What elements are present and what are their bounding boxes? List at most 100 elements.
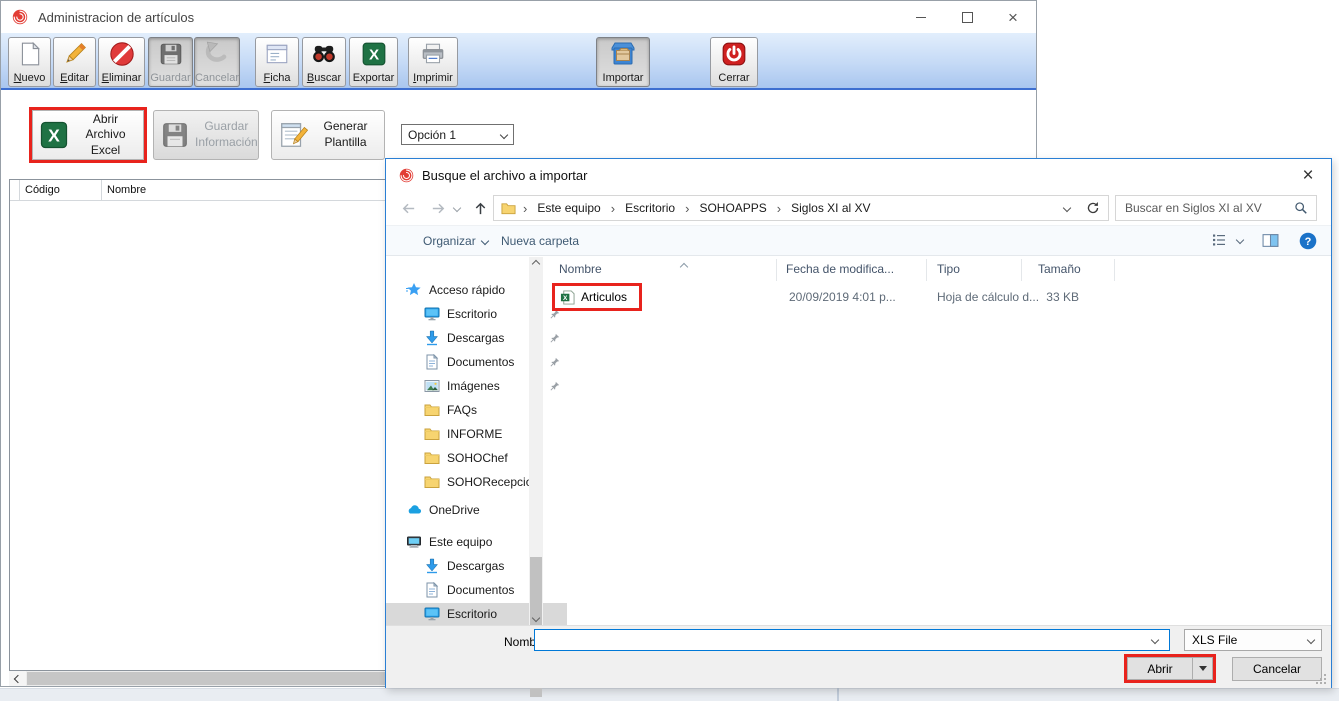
file-type-dropdown[interactable]: XLS File bbox=[1184, 629, 1322, 651]
abrir-archivo-excel-button[interactable]: X Abrir Archivo Excel bbox=[32, 110, 144, 160]
app-logo-icon bbox=[399, 168, 415, 184]
search-icon[interactable] bbox=[1294, 201, 1308, 215]
column-divider[interactable] bbox=[776, 259, 777, 281]
search-box[interactable]: Buscar en Siglos XI al XV bbox=[1115, 195, 1317, 221]
back-arrow-icon[interactable] bbox=[400, 200, 417, 217]
exportar-label: Exportar bbox=[353, 72, 395, 84]
sidebar-item-label: Descargas bbox=[447, 331, 504, 345]
form-icon bbox=[264, 41, 290, 67]
nueva-carpeta-button[interactable]: Nueva carpeta bbox=[501, 226, 579, 255]
view-options-icon[interactable] bbox=[1211, 232, 1227, 248]
preview-pane-icon[interactable] bbox=[1262, 232, 1279, 249]
file-modified-date: 20/09/2019 4:01 p... bbox=[789, 290, 896, 304]
binoculars-icon bbox=[311, 41, 337, 67]
minimize-button[interactable] bbox=[898, 1, 944, 33]
help-icon[interactable]: ? bbox=[1299, 232, 1317, 250]
column-divider[interactable] bbox=[1114, 259, 1115, 281]
column-header-nombre[interactable]: Nombre bbox=[559, 262, 602, 276]
scroll-left-button[interactable] bbox=[9, 671, 26, 686]
forward-arrow-icon[interactable] bbox=[430, 200, 447, 217]
sidebar-item-label: Documentos bbox=[447, 355, 514, 369]
cerrar-label: Cerrar bbox=[718, 72, 749, 84]
abrir-archivo-excel-label: Abrir Archivo Excel bbox=[74, 112, 137, 159]
scroll-up-button[interactable] bbox=[529, 257, 543, 271]
buscar-label: Buscar bbox=[307, 72, 341, 84]
nuevo-button[interactable]: Nuevo bbox=[8, 37, 51, 87]
guardar-informacion-button[interactable]: Guardar Información bbox=[153, 110, 259, 160]
chevron-left-icon bbox=[13, 674, 21, 682]
close-button[interactable]: × bbox=[990, 1, 1036, 33]
abrir-button[interactable]: Abrir bbox=[1127, 657, 1213, 680]
excel-file-icon: X bbox=[560, 290, 575, 305]
pin-icon bbox=[550, 333, 560, 343]
column-divider[interactable] bbox=[926, 259, 927, 281]
address-bar[interactable]: › Este equipo › Escritorio › SOHOAPPS › … bbox=[493, 195, 1109, 221]
editar-button[interactable]: Editar bbox=[53, 37, 96, 87]
background-strip bbox=[0, 688, 1339, 701]
quick-access-star-icon bbox=[406, 282, 422, 298]
sort-ascending-icon bbox=[681, 259, 687, 273]
sidebar-item-label: Descargas bbox=[447, 559, 504, 573]
breadcrumb-sohoapps[interactable]: SOHOAPPS bbox=[696, 201, 769, 215]
guardar-button[interactable]: Guardar bbox=[148, 37, 193, 87]
cerrar-button[interactable]: Cerrar bbox=[710, 37, 758, 87]
column-header-fecha[interactable]: Fecha de modifica... bbox=[786, 262, 894, 276]
chevron-down-icon bbox=[1307, 636, 1315, 644]
cancelar-button[interactable]: Cancelar bbox=[194, 37, 240, 87]
opcion-dropdown-value: Opción 1 bbox=[408, 128, 456, 142]
annotation-articulos-file: X Articulos bbox=[552, 283, 642, 311]
file-name: Articulos bbox=[581, 290, 627, 304]
exportar-button[interactable]: X Exportar bbox=[349, 37, 398, 87]
no-entry-icon bbox=[109, 41, 135, 67]
column-header-tamano[interactable]: Tamaño bbox=[1038, 262, 1081, 276]
history-chevron-icon[interactable] bbox=[454, 205, 460, 211]
resize-grip[interactable] bbox=[1315, 673, 1327, 685]
pin-icon bbox=[550, 381, 560, 391]
floppy-disk-icon bbox=[158, 41, 184, 67]
abrir-dropdown-button[interactable] bbox=[1192, 658, 1212, 679]
close-icon: × bbox=[1302, 165, 1313, 187]
refresh-icon[interactable] bbox=[1086, 201, 1100, 215]
sidebar-item-label: SOHORecepcion bbox=[447, 475, 539, 489]
sidebar-item-onedrive[interactable]: OneDrive bbox=[386, 499, 549, 521]
organizar-menu[interactable]: Organizar bbox=[423, 226, 488, 255]
column-header-tipo[interactable]: Tipo bbox=[937, 262, 960, 276]
excel-icon: X bbox=[361, 41, 387, 67]
column-divider[interactable] bbox=[1021, 259, 1022, 281]
scroll-down-button[interactable] bbox=[529, 611, 543, 625]
filename-input[interactable] bbox=[534, 629, 1170, 651]
breadcrumb-separator: › bbox=[770, 201, 788, 216]
dialog-close-button[interactable]: × bbox=[1293, 164, 1323, 188]
eliminar-button[interactable]: Eliminar bbox=[98, 37, 145, 87]
abrir-label: Abrir bbox=[1128, 658, 1192, 679]
breadcrumb-este-equipo[interactable]: Este equipo bbox=[534, 201, 603, 215]
view-options-chevron-icon[interactable] bbox=[1237, 237, 1243, 243]
buscar-button[interactable]: Buscar bbox=[302, 37, 346, 87]
downloads-icon bbox=[424, 558, 440, 574]
breadcrumb-siglos[interactable]: Siglos XI al XV bbox=[788, 201, 873, 215]
breadcrumb-separator: › bbox=[678, 201, 696, 216]
onedrive-cloud-icon bbox=[406, 502, 422, 518]
imprimir-button[interactable]: Imprimir bbox=[408, 37, 458, 87]
address-dropdown-chevron-icon[interactable] bbox=[1063, 204, 1071, 212]
dialog-title: Busque el archivo a importar bbox=[422, 168, 587, 183]
printer-icon bbox=[420, 41, 446, 67]
sidebar-item-label: FAQs bbox=[447, 403, 477, 417]
cancelar-button[interactable]: Cancelar bbox=[1232, 657, 1322, 681]
up-arrow-icon[interactable] bbox=[472, 200, 489, 217]
file-type-value: XLS File bbox=[1192, 633, 1237, 647]
generar-plantilla-button[interactable]: Generar Plantilla bbox=[271, 110, 385, 160]
sidebar-item-este-equipo[interactable]: Este equipo bbox=[386, 531, 549, 553]
maximize-button[interactable] bbox=[944, 1, 990, 33]
sidebar-item-acceso-rapido[interactable]: Acceso rápido bbox=[386, 279, 549, 301]
import-box-icon bbox=[610, 41, 636, 67]
ficha-button[interactable]: Ficha bbox=[255, 37, 299, 87]
sidebar-item-label: Escritorio bbox=[447, 307, 497, 321]
sidebar-scrollbar[interactable] bbox=[529, 257, 543, 625]
guardar-label: Guardar bbox=[150, 72, 190, 84]
breadcrumb-escritorio[interactable]: Escritorio bbox=[622, 201, 678, 215]
opcion-dropdown[interactable]: Opción 1 bbox=[401, 124, 514, 145]
column-header-codigo[interactable]: Código bbox=[20, 180, 102, 200]
importar-button[interactable]: Importar bbox=[596, 37, 650, 87]
file-row-articulos[interactable]: X Articulos bbox=[555, 286, 639, 308]
